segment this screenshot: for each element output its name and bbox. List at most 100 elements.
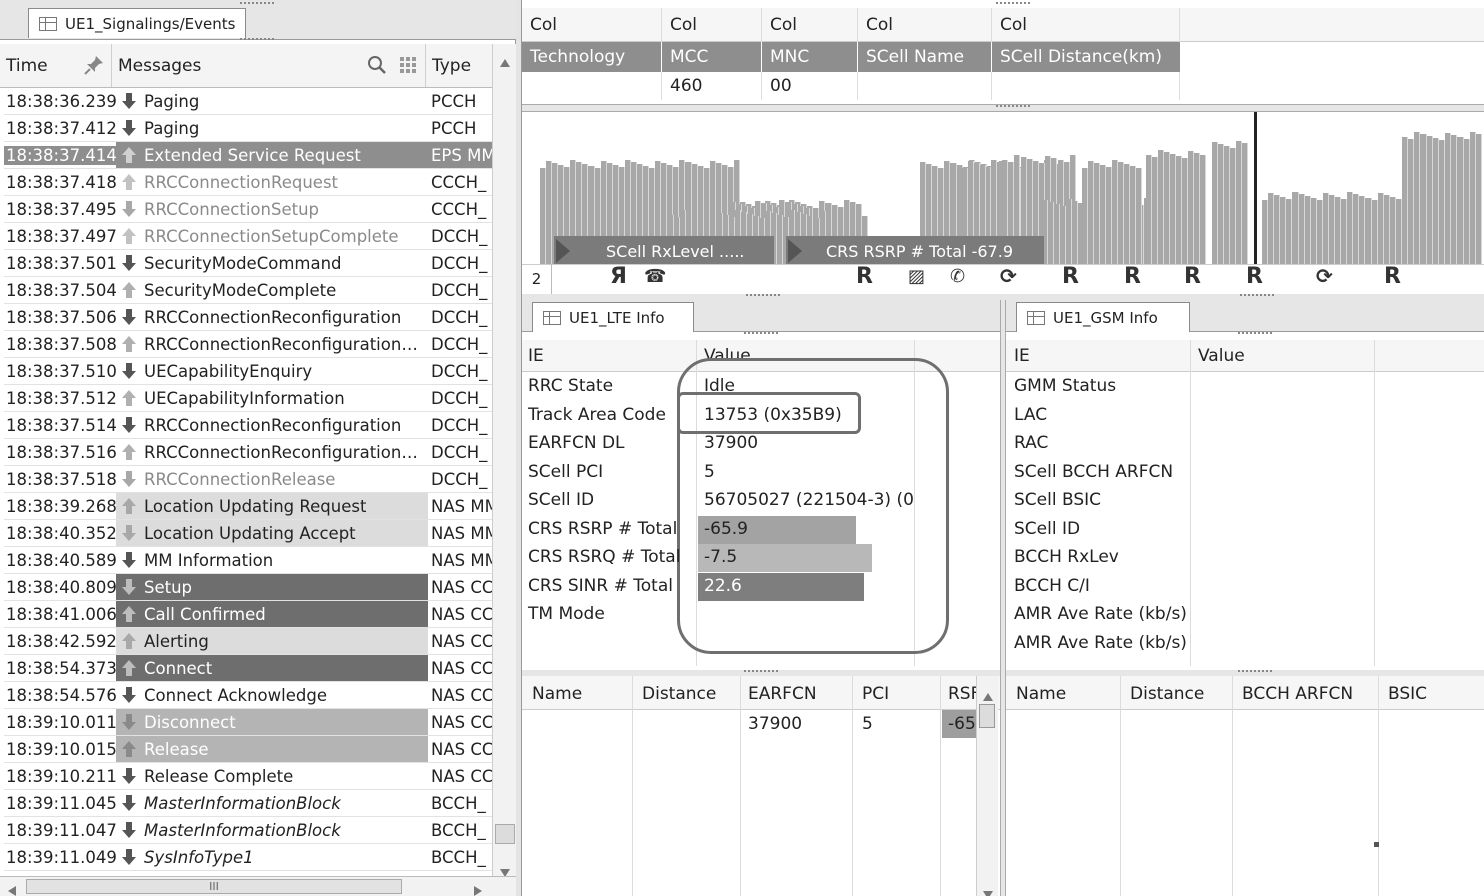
message-row[interactable]: 18:39:10.011 Disconnect NAS CC [4, 709, 492, 736]
col-name-header[interactable]: Name [532, 684, 582, 704]
message-row[interactable]: 18:39:10.015 Release NAS CC [4, 736, 492, 763]
signal-chart[interactable]: SCell RxLevel ..... CRS RSRP # Total -67… [522, 112, 1484, 294]
message-row[interactable]: 18:38:42.592 Alerting NAS CC [4, 628, 492, 655]
event-r-icon[interactable]: R [1384, 264, 1401, 289]
scroll-right-icon[interactable] [474, 881, 482, 896]
event-r-icon[interactable]: R [1124, 264, 1141, 289]
event-r-icon[interactable]: Я [610, 264, 627, 289]
message-row[interactable]: 18:38:37.497 RRCConnectionSetupComplete DC… [4, 223, 492, 250]
message-time: 18:38:40.589 [6, 550, 116, 570]
event-r-icon[interactable]: R [1062, 264, 1079, 289]
horizontal-scrollbar[interactable]: III [0, 876, 516, 896]
chart-label-scell-rxlevel[interactable]: SCell RxLevel ..... [554, 236, 774, 266]
col-messages-header[interactable]: Messages [112, 44, 426, 87]
pin-icon[interactable] [83, 54, 105, 81]
col-bcch-arfcn-header[interactable]: BCCH ARFCN [1242, 684, 1353, 704]
scroll-up-icon[interactable] [983, 686, 993, 705]
tab-lte-info[interactable]: UE1_LTE Info [532, 302, 694, 332]
message-row[interactable]: 18:39:11.045 MasterInformationBlock BCCH_ [4, 790, 492, 817]
col-header[interactable]: Col [762, 8, 858, 42]
message-row[interactable]: 18:38:37.518 RRCConnectionRelease DCCH_ [4, 466, 492, 493]
horizontal-scroll-thumb[interactable]: III [26, 879, 402, 894]
message-row[interactable]: 18:38:54.373 Connect NAS CC [4, 655, 492, 682]
message-row[interactable]: 18:38:39.268 Location Updating Request NAS… [4, 493, 492, 520]
chart-time-cursor[interactable] [1254, 112, 1257, 264]
col-type-header[interactable]: Type [426, 44, 492, 87]
col-ie-label[interactable]: IE [1014, 346, 1030, 366]
col-pci-header[interactable]: PCI [862, 684, 889, 704]
horizontal-splitter-top[interactable] [522, 104, 1484, 112]
message-type: DCCH_ [431, 280, 488, 300]
message-row[interactable]: 18:38:37.414 Extended Service Request EPS … [4, 142, 492, 169]
message-cell: Connect Acknowledge [116, 682, 428, 708]
vertical-scroll-thumb[interactable] [495, 824, 515, 844]
message-row[interactable]: 18:38:40.809 Setup NAS CC [4, 574, 492, 601]
column-chooser-icon[interactable] [399, 56, 417, 79]
search-icon[interactable] [367, 55, 387, 80]
tab-label: UE1_Signalings/Events [65, 14, 236, 33]
phone-icon[interactable]: ☎ [644, 266, 666, 287]
message-row[interactable]: 18:38:37.516 RRCConnectionReconfiguration… [4, 439, 492, 466]
message-cell: UECapabilityInformation [116, 385, 428, 411]
message-row[interactable]: 18:38:37.512 UECapabilityInformation DCCH_ [4, 385, 492, 412]
col-bsic-header[interactable]: BSIC [1388, 684, 1427, 704]
col-time-header[interactable]: Time [0, 44, 112, 87]
chart-label-crs-rsrp[interactable]: CRS RSRP # Total -67.9 [786, 236, 1044, 266]
vertical-scrollbar[interactable] [492, 44, 516, 877]
message-row[interactable]: 18:38:37.418 RRCConnectionRequest CCCH_ [4, 169, 492, 196]
col-name-header[interactable]: Name [1016, 684, 1066, 704]
scroll-left-icon[interactable] [8, 881, 16, 896]
message-row[interactable]: 18:38:54.576 Connect Acknowledge NAS CC [4, 682, 492, 709]
ie-label: CRS SINR # Total [528, 575, 673, 596]
col-rsrp-header[interactable]: RSF [948, 684, 976, 704]
col-header[interactable]: Col [662, 8, 762, 42]
message-row[interactable]: 18:38:37.495 RRCConnectionSetup CCCH_ [4, 196, 492, 223]
message-row[interactable]: 18:38:37.506 RRCConnectionReconfiguration… [4, 304, 492, 331]
scroll-up-icon[interactable] [500, 52, 510, 71]
tab-signalings-events[interactable]: UE1_Signalings/Events [28, 8, 246, 38]
event-cycle-icon[interactable]: ⟳ [1316, 264, 1333, 288]
col-header[interactable]: Col [522, 8, 662, 42]
downlink-arrow-icon [120, 713, 138, 731]
event-r-icon[interactable]: R [1184, 264, 1201, 289]
col-earfcn-header[interactable]: EARFCN [748, 684, 817, 704]
message-row[interactable]: 18:38:37.501 SecurityModeCommand DCCH_ [4, 250, 492, 277]
col-distance-header[interactable]: Distance [1130, 684, 1204, 704]
message-row[interactable]: 18:38:37.510 UECapabilityEnquiry DCCH_ [4, 358, 492, 385]
event-cycle-icon[interactable]: ⟳ [1000, 264, 1017, 288]
table-icon [543, 311, 561, 325]
message-row[interactable]: 18:38:41.006 Call Confirmed NAS CC [4, 601, 492, 628]
event-r-icon[interactable]: R [856, 264, 873, 289]
scroll-down-icon[interactable] [983, 884, 993, 896]
col-header[interactable]: Col [858, 8, 992, 42]
event-call-icon[interactable]: ✆ [950, 266, 965, 287]
message-row[interactable]: 18:39:11.049 SysInfoType1 BCCH_ [4, 844, 492, 871]
message-row[interactable]: 18:38:37.504 SecurityModeComplete DCCH_ [4, 277, 492, 304]
neighbor-scroll-thumb[interactable] [979, 704, 995, 728]
col-header[interactable]: Col [992, 8, 1180, 42]
downlink-arrow-icon [120, 524, 138, 542]
message-time: 18:38:41.006 [6, 604, 116, 624]
value-technology [522, 72, 662, 100]
neighbor-vertical-scrollbar[interactable] [976, 676, 998, 896]
message-row[interactable]: 18:38:40.352 Location Updating Accept NAS … [4, 520, 492, 547]
col-distance-header[interactable]: Distance [642, 684, 716, 704]
tab-gsm-info[interactable]: UE1_GSM Info [1016, 302, 1190, 332]
message-row[interactable]: 18:38:40.589 MM Information NAS MM [4, 547, 492, 574]
message-row[interactable]: 18:38:37.412 Paging PCCH [4, 115, 492, 142]
ie-label: AMR Ave Rate (kb/s) [1014, 604, 1187, 624]
col-ie-label[interactable]: IE [528, 346, 544, 366]
event-a-icon[interactable]: ▨ [908, 266, 925, 287]
col-value-label[interactable]: Value [1198, 346, 1245, 366]
message-cell: Release Complete [116, 763, 428, 789]
message-label: Paging [144, 118, 200, 138]
message-row[interactable]: 18:39:11.047 MasterInformationBlock BCCH_ [4, 817, 492, 844]
value-mnc: 00 [762, 72, 858, 100]
message-row[interactable]: 18:38:37.514 RRCConnectionReconfiguration… [4, 412, 492, 439]
downlink-arrow-icon [120, 794, 138, 812]
message-label: RRCConnectionReconfigurationCo... [144, 442, 428, 462]
message-row[interactable]: 18:38:37.508 RRCConnectionReconfiguration… [4, 331, 492, 358]
message-row[interactable]: 18:39:10.211 Release Complete NAS CC [4, 763, 492, 790]
event-r-icon[interactable]: R [1246, 264, 1263, 289]
message-row[interactable]: 18:38:36.239 Paging PCCH [4, 88, 492, 115]
